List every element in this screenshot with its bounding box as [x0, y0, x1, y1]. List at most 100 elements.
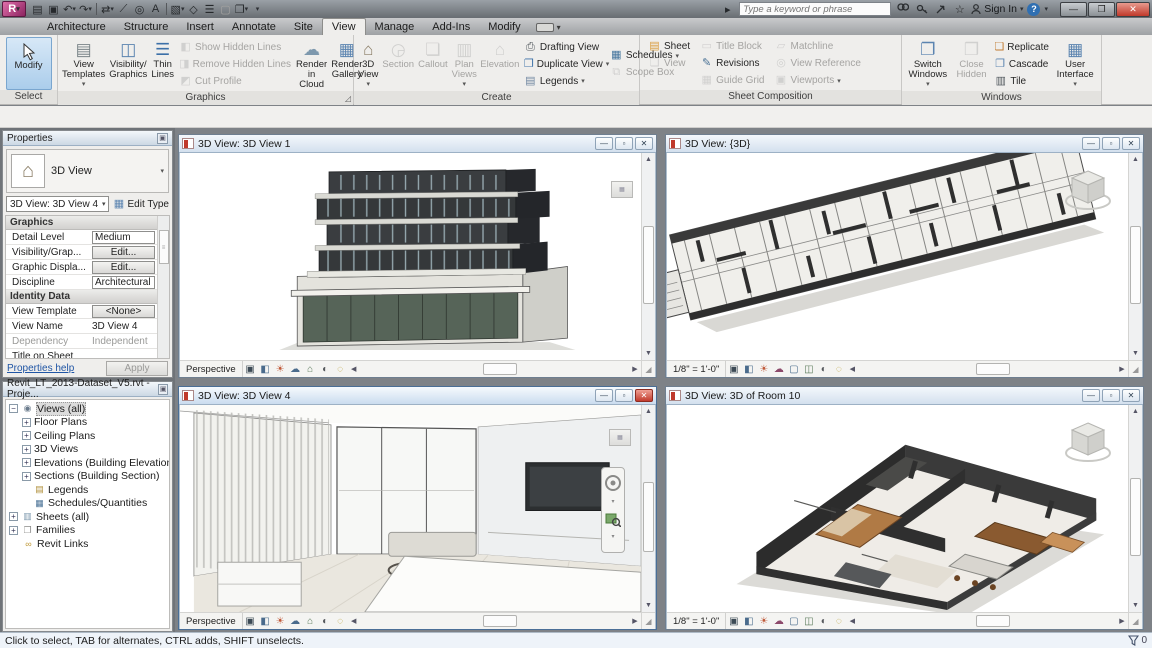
restore-button[interactable]: ❐ [1088, 2, 1115, 17]
tab-modify[interactable]: Modify [479, 19, 529, 35]
viewport-close-button[interactable]: ✕ [1122, 137, 1140, 150]
tile-button[interactable]: ▥Tile [994, 74, 1048, 89]
crop-view-icon[interactable]: ▢ [786, 364, 801, 375]
user-interface-button[interactable]: ▦ User Interface▾ [1051, 37, 1099, 91]
drawing-canvas-room-10[interactable] [667, 405, 1128, 612]
expand-icon[interactable]: + [22, 472, 31, 481]
viewport-minimize-button[interactable]: — [595, 389, 613, 402]
save-icon[interactable]: ▣ [46, 2, 61, 17]
tree-item-families[interactable]: +❐Families [6, 524, 169, 538]
instance-selector[interactable]: 3D View: 3D View 4▾ [6, 196, 109, 212]
section-icon[interactable]: ◇ [186, 2, 201, 17]
tab-view[interactable]: View [322, 18, 366, 35]
sun-path-icon[interactable]: ☀ [756, 616, 771, 627]
section-button[interactable]: ◶ Section [380, 37, 416, 91]
expand-icon[interactable]: + [22, 431, 31, 440]
tree-item-3d-views[interactable]: +3D Views [6, 443, 169, 457]
shadows-icon[interactable]: ☁ [288, 364, 303, 375]
vertical-scrollbar[interactable]: ▲▼ [641, 405, 655, 612]
sun-path-icon[interactable]: ☀ [273, 616, 288, 627]
properties-scrollbar[interactable]: ≡ [157, 216, 169, 358]
vertical-scrollbar[interactable]: ▲▼ [1128, 153, 1142, 360]
viewport-restore-button[interactable]: ▫ [615, 389, 633, 402]
elevation-button[interactable]: ⌂ Elevation [479, 37, 521, 91]
tree-item-ceiling-plans[interactable]: +Ceiling Plans [6, 429, 169, 443]
thin-lines-icon[interactable]: ☰ [202, 2, 217, 17]
shadows-icon[interactable]: ☁ [771, 616, 786, 627]
detail-level-icon[interactable]: ▣ [726, 364, 741, 375]
tab-annotate[interactable]: Annotate [223, 19, 285, 35]
viewport-close-button[interactable]: ✕ [635, 389, 653, 402]
horizontal-scrollbar[interactable]: ◀▶ [348, 613, 641, 629]
show-crop-icon[interactable]: ◫ [801, 616, 816, 627]
scale-label[interactable]: 1/8" = 1'-0" [667, 613, 726, 629]
guide-grid-button[interactable]: ▦Guide Grid [700, 73, 764, 88]
legends-button[interactable]: ▤Legends▾ [524, 74, 604, 89]
infocenter-collapse-icon[interactable]: ▸ [720, 2, 735, 17]
tree-item-revit-links[interactable]: ∞Revit Links [6, 537, 169, 551]
viewcube-collapsed-icon[interactable]: ▦ [611, 181, 633, 198]
apply-button[interactable]: Apply [106, 361, 168, 376]
resize-grip[interactable]: ◢ [641, 613, 655, 629]
detail-level-value[interactable]: Medium [92, 231, 155, 244]
help-icon[interactable]: ? [1027, 3, 1040, 16]
show-hidden-lines-button[interactable]: ◧Show Hidden Lines [179, 40, 291, 55]
scale-label[interactable]: Perspective [180, 613, 243, 629]
detail-level-icon[interactable]: ▣ [243, 616, 258, 627]
viewport-minimize-button[interactable]: — [595, 137, 613, 150]
drawing-canvas-3d-view-1[interactable]: ▦ [180, 153, 641, 360]
reveal-hidden-icon[interactable]: ◌ [333, 364, 348, 375]
tab-manage[interactable]: Manage [366, 19, 424, 35]
properties-dock-icon[interactable]: ▣ [157, 133, 168, 144]
type-selector-dropdown-icon[interactable]: ▾ [160, 167, 164, 175]
zoom-icon[interactable] [605, 511, 621, 527]
horizontal-scrollbar[interactable]: ◀▶ [846, 613, 1128, 629]
resize-grip[interactable]: ◢ [1128, 361, 1142, 377]
visual-style-icon[interactable]: ◧ [258, 364, 273, 375]
sheet-button[interactable]: ▤Sheet [648, 39, 690, 54]
view-template-button[interactable]: <None> [92, 305, 155, 318]
viewport-minimize-button[interactable]: — [1082, 389, 1100, 402]
expand-icon[interactable]: + [9, 512, 18, 521]
steering-wheel-icon[interactable] [604, 474, 622, 492]
thin-lines-button[interactable]: ☰ Thin Lines [149, 37, 176, 91]
expand-icon[interactable]: + [9, 526, 18, 535]
cascade-button[interactable]: ❐Cascade [994, 57, 1048, 72]
drafting-view-button[interactable]: ⎙Drafting View [524, 40, 604, 55]
sun-path-icon[interactable]: ☀ [756, 364, 771, 375]
tree-item-floor-plans[interactable]: +Floor Plans [6, 416, 169, 430]
viewport-titlebar-active[interactable]: 3D View: 3D View 4 —▫✕ [179, 387, 656, 405]
favorites-star-icon[interactable]: ☆ [952, 2, 967, 16]
vertical-scrollbar[interactable]: ▲▼ [1128, 405, 1142, 612]
temporary-hide-isolate-icon[interactable]: ◐ [816, 364, 831, 375]
viewport-close-button[interactable]: ✕ [635, 137, 653, 150]
project-browser-caption-bar[interactable]: Revit_LT_2013-Dataset_V5.rvt - Proje... … [3, 382, 172, 397]
properties-caption-bar[interactable]: Properties ▣ [3, 131, 172, 146]
view-templates-button[interactable]: ▤ View Templates▾ [60, 37, 107, 91]
close-button[interactable]: ✕ [1116, 2, 1150, 17]
reveal-hidden-icon[interactable]: ◌ [831, 616, 846, 627]
viewcube[interactable] [1062, 417, 1114, 465]
reveal-hidden-icon[interactable]: ◌ [831, 364, 846, 375]
tree-item-schedules[interactable]: ▦Schedules/Quantities [6, 497, 169, 511]
temporary-hide-isolate-icon[interactable]: ◐ [318, 616, 333, 627]
plan-views-button[interactable]: ▥ Plan Views▾ [450, 37, 479, 91]
graphics-section-header[interactable]: Graphics≈ [6, 216, 169, 230]
horizontal-scrollbar[interactable]: ◀▶ [846, 361, 1128, 377]
minimize-button[interactable]: — [1060, 2, 1087, 17]
cut-profile-button[interactable]: ◩Cut Profile [179, 74, 291, 89]
tree-item-elevations[interactable]: +Elevations (Building Elevation) [6, 456, 169, 470]
selection-filter[interactable]: 0 [1128, 635, 1147, 646]
visual-style-icon[interactable]: ◧ [741, 616, 756, 627]
default-3d-view-icon[interactable]: ▧▾ [170, 2, 185, 17]
help-dropdown-icon[interactable]: ▾ [1044, 5, 1048, 13]
detail-level-icon[interactable]: ▣ [243, 364, 258, 375]
remove-hidden-lines-button[interactable]: ◨Remove Hidden Lines [179, 57, 291, 72]
render-in-cloud-button[interactable]: ☁ Render in Cloud [294, 37, 329, 91]
discipline-value[interactable]: Architectural [92, 276, 155, 289]
tree-item-sections[interactable]: +Sections (Building Section) [6, 470, 169, 484]
visual-style-icon[interactable]: ◧ [258, 616, 273, 627]
temporary-hide-isolate-icon[interactable]: ◐ [816, 616, 831, 627]
collapse-icon[interactable]: − [9, 404, 18, 413]
viewport-titlebar[interactable]: 3D View: 3D of Room 10 —▫✕ [666, 387, 1143, 405]
